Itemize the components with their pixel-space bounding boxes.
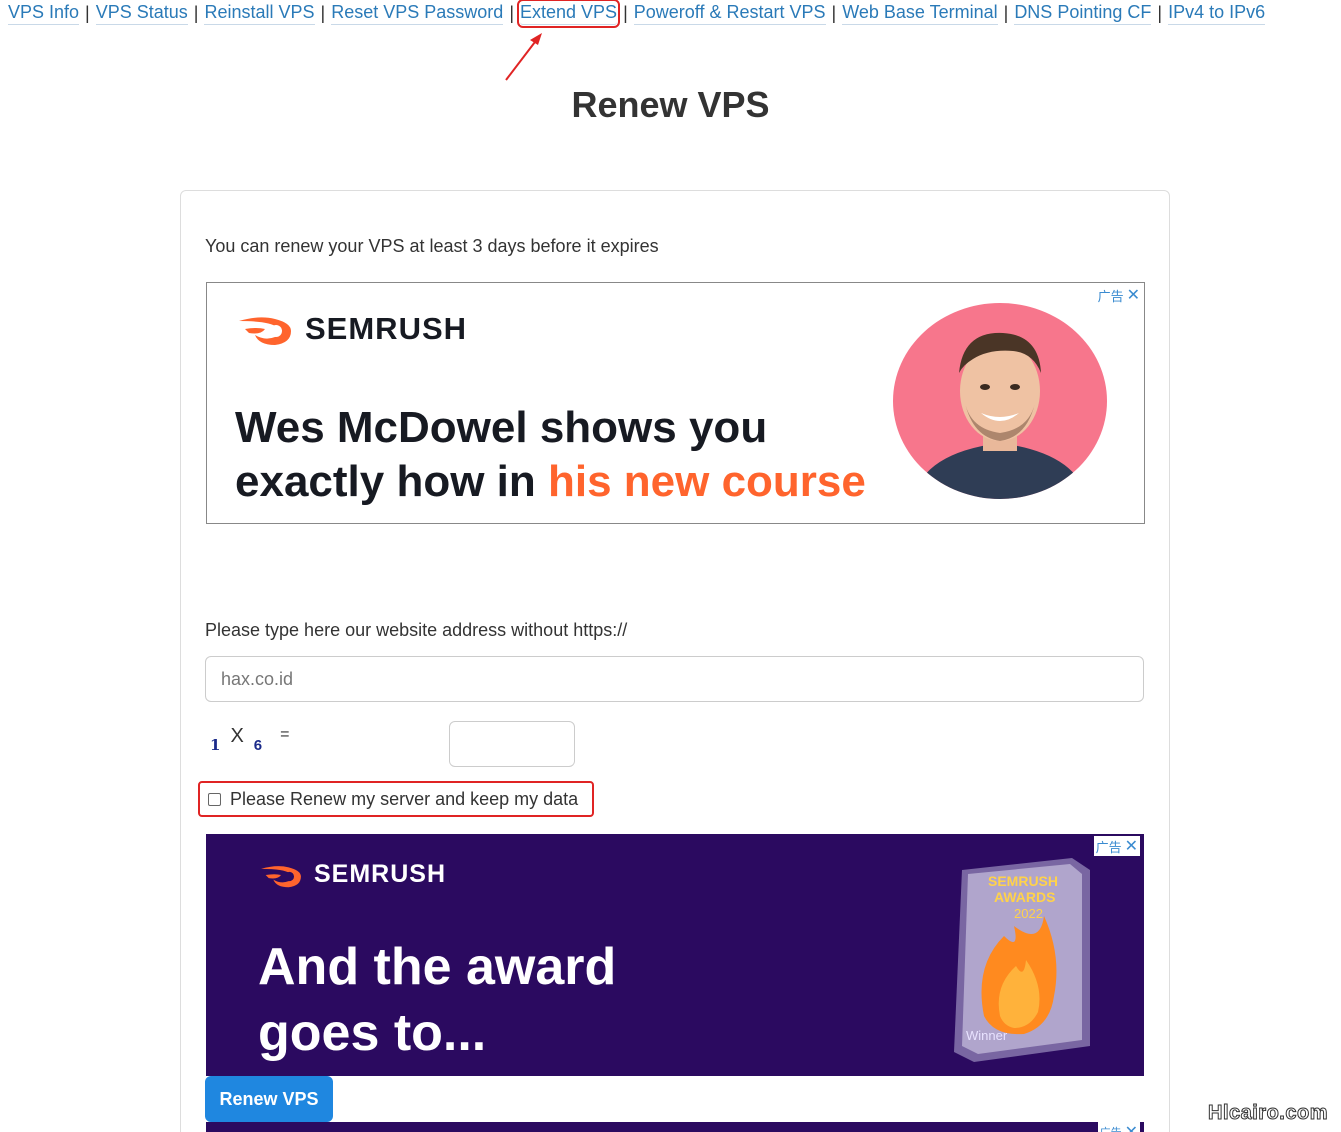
nav-separator: | xyxy=(831,2,837,23)
renew-keep-data-checkbox[interactable] xyxy=(208,792,221,806)
nav-link-dns-pointing-cf[interactable]: DNS Pointing CF xyxy=(1014,2,1152,25)
trophy-year: 2022 xyxy=(1014,906,1043,921)
top-navigation: VPS Info | VPS Status | Reinstall VPS | … xyxy=(8,0,1266,28)
semrush-wordmark: SEMRUSH xyxy=(305,311,468,346)
ad-badge: 广告 xyxy=(1097,288,1124,304)
math-captcha: 1 X 6 = xyxy=(210,722,289,754)
semrush-logo: SEMRUSH xyxy=(258,860,446,889)
nav-link-web-base-terminal[interactable]: Web Base Terminal xyxy=(842,2,998,25)
renew-keep-data-checkbox-row[interactable]: Please Renew my server and keep my data xyxy=(198,781,594,817)
nav-separator: | xyxy=(85,2,90,23)
captcha-multiply-sign: X xyxy=(230,725,244,747)
nav-separator: | xyxy=(1157,2,1163,23)
nav-separator: | xyxy=(623,2,628,23)
ad-headline: Wes McDowel shows you exactly how in his… xyxy=(235,401,866,509)
ad-close-icon[interactable]: ✕ xyxy=(1127,285,1140,305)
ad-headline-line-2: exactly how in his new course xyxy=(235,455,866,509)
semrush-flame-icon xyxy=(261,865,301,887)
nav-link-vps-info[interactable]: VPS Info xyxy=(8,2,80,25)
nav-link-reset-vps-password[interactable]: Reset VPS Password xyxy=(331,2,504,25)
watermark: Hlcairo.com xyxy=(1208,1102,1328,1125)
captcha-second-number: 6 xyxy=(253,737,263,754)
captcha-equals-sign: = xyxy=(280,726,290,743)
semrush-logo: SEMRUSH xyxy=(235,311,467,347)
ad-headline-line-1: Wes McDowel shows you xyxy=(235,403,768,452)
nav-link-ipv4-to-ipv6[interactable]: IPv4 to IPv6 xyxy=(1168,2,1266,25)
ad-close-icon[interactable]: ✕ xyxy=(1125,836,1138,856)
advertisement-banner[interactable]: 广告 ✕ SEMRUSH Wes McDowel shows you exact… xyxy=(206,282,1145,524)
award-trophy-icon: SEMRUSH AWARDS 2022 Winner xyxy=(954,858,1090,1062)
nav-separator: | xyxy=(320,2,326,23)
nav-separator: | xyxy=(509,2,514,23)
nav-link-vps-status[interactable]: VPS Status xyxy=(95,2,188,25)
ad-headline-accent: his new course xyxy=(547,457,866,506)
nav-link-extend-vps[interactable]: Extend VPS xyxy=(516,0,621,28)
captcha-first-number: 1 xyxy=(210,736,221,754)
ad-headline-prefix: exactly how in xyxy=(235,457,548,506)
page-title: Renew VPS xyxy=(571,84,770,125)
advertisement-banner-awards[interactable]: 广告 ✕ SEMRUSH And the award goes to... SE… xyxy=(206,834,1144,1076)
captcha-answer-input[interactable] xyxy=(449,721,575,767)
nav-link-reinstall-vps[interactable]: Reinstall VPS xyxy=(204,2,315,25)
nav-separator: | xyxy=(193,2,199,23)
ad-headline: And the award goes to... xyxy=(258,934,616,1066)
website-address-input[interactable] xyxy=(205,656,1144,702)
ad-close-icon[interactable]: ✕ xyxy=(1125,1122,1138,1132)
nav-link-poweroff-restart-vps[interactable]: Poweroff & Restart VPS xyxy=(633,2,826,25)
trophy-footer: Winner xyxy=(966,1028,1008,1043)
trophy-line-2: AWARDS xyxy=(994,889,1055,905)
renew-vps-button[interactable]: Renew VPS xyxy=(205,1076,333,1122)
ad-choices[interactable]: 广告 ✕ xyxy=(1098,285,1140,305)
renew-intro-text: You can renew your VPS at least 3 days b… xyxy=(205,236,659,256)
ad-headline-line-2: goes to... xyxy=(258,1004,487,1062)
ad-badge: 广告 xyxy=(1100,1124,1122,1132)
ad-choices[interactable]: 广告 ✕ xyxy=(1097,1122,1140,1132)
ad-choices[interactable]: 广告 ✕ xyxy=(1093,836,1140,856)
annotation-arrow-icon xyxy=(505,33,542,81)
renew-keep-data-label: Please Renew my server and keep my data xyxy=(230,788,579,809)
semrush-wordmark: SEMRUSH xyxy=(314,860,447,888)
presenter-photo xyxy=(893,303,1107,499)
website-address-label: Please type here our website address wit… xyxy=(205,620,628,640)
ad-badge: 广告 xyxy=(1095,839,1122,855)
ad-headline-line-1: And the award xyxy=(258,938,617,996)
advertisement-banner-bottom[interactable]: 广告 ✕ xyxy=(206,1122,1144,1132)
nav-separator: | xyxy=(1003,2,1009,23)
trophy-line-1: SEMRUSH xyxy=(988,873,1058,889)
semrush-flame-icon xyxy=(239,317,291,345)
